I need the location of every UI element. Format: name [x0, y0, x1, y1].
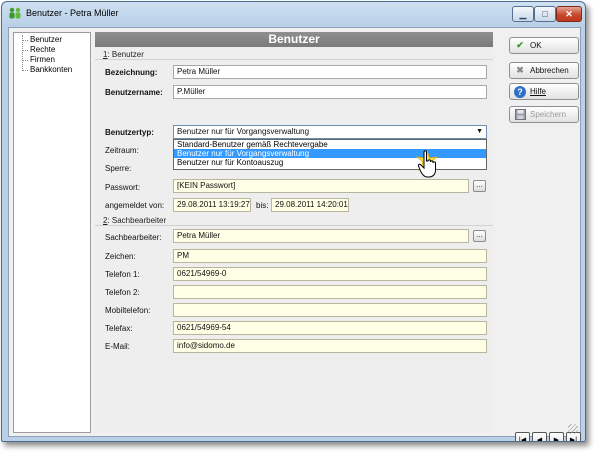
dialog-client-area: Benutzer Rechte Firmen Bankkonten Benutz… [8, 27, 581, 441]
abbrechen-button-label: Abbrechen [530, 66, 569, 75]
bezeichnung-label: Bezeichnung: [105, 68, 158, 77]
angemeldet-label: angemeldet von: [105, 201, 165, 210]
benutzername-field[interactable]: P.Müller [173, 85, 487, 99]
telefon1-field[interactable]: 0621/54969-0 [173, 267, 487, 281]
maximize-icon: □ [542, 9, 548, 19]
bezeichnung-field[interactable]: Petra Müller [173, 65, 487, 79]
next-record-icon[interactable]: ▶ [549, 432, 564, 441]
minimize-icon: ▁ [519, 8, 527, 19]
speichern-button-label: Speichern [530, 110, 567, 119]
first-record-icon[interactable]: |◀ [515, 432, 530, 441]
group-divider [95, 59, 493, 60]
speichern-button[interactable]: Speichern [509, 106, 579, 123]
window-title: Benutzer - Petra Müller [26, 8, 119, 18]
panel-header: Benutzer [95, 32, 493, 47]
telefon2-field[interactable] [173, 285, 487, 299]
ok-button-label: OK [530, 41, 542, 50]
tree-item-firmen[interactable]: Firmen [14, 55, 90, 65]
group-sachbearbeiter-label: 2: Sachbearbeiter [103, 216, 167, 225]
tree-item-bankkonten[interactable]: Bankkonten [14, 65, 90, 75]
navigation-tree: Benutzer Rechte Firmen Bankkonten [13, 32, 91, 433]
zeichen-label: Zeichen: [105, 252, 136, 261]
benutzertyp-label: Benutzertyp: [105, 128, 154, 137]
close-button[interactable]: ✕ [556, 6, 582, 22]
previous-record-icon[interactable]: ◀ [532, 432, 547, 441]
telefon2-label: Telefon 2: [105, 288, 140, 297]
telefax-field[interactable]: 0621/54969-54 [173, 321, 487, 335]
user-dialog-window: Benutzer - Petra Müller ▁ □ ✕ Benutzer R… [1, 1, 586, 442]
group-benutzer-label: 1: Benutzer [103, 50, 144, 59]
benutzertyp-value: Benutzer nur für Vorgangsverwaltung [177, 127, 310, 136]
zeichen-field[interactable]: PM [173, 249, 487, 263]
email-field[interactable]: info@sidomo.de [173, 339, 487, 353]
group-divider-2 [95, 225, 493, 226]
cancel-x-icon: ✖ [516, 65, 524, 75]
sachbearbeiter-label: Sachbearbeiter: [105, 233, 162, 242]
abbrechen-button[interactable]: ✖ Abbrechen [509, 62, 579, 79]
benutzertyp-dropdown[interactable]: Benutzer nur für Vorgangsverwaltung ▼ [173, 125, 487, 139]
email-label: E-Mail: [105, 342, 130, 351]
passwort-label: Passwort: [105, 183, 141, 192]
telefax-label: Telefax: [105, 324, 133, 333]
close-icon: ✕ [565, 8, 573, 19]
passwort-browse-button[interactable]: ... [473, 180, 486, 192]
option-standard-benutzer[interactable]: Standard-Benutzer gemäß Rechtevergabe [174, 140, 486, 149]
mobiltelefon-label: Mobiltelefon: [105, 306, 151, 315]
maximize-button[interactable]: □ [534, 6, 556, 22]
tree-item-rechte[interactable]: Rechte [14, 45, 90, 55]
checkmark-icon: ✔ [516, 40, 524, 50]
user-form-panel: Benutzer 1: Benutzer Bezeichnung: Petra … [95, 32, 493, 433]
app-users-icon [9, 7, 21, 19]
minimize-button[interactable]: ▁ [512, 6, 534, 22]
angemeldet-bis-field[interactable]: 29.08.2011 14:20:01 [271, 198, 349, 212]
telefon1-label: Telefon 1: [105, 270, 140, 279]
sachbearbeiter-browse-button[interactable]: ... [473, 230, 486, 242]
help-question-icon: ? [514, 85, 526, 98]
save-disk-icon [514, 109, 526, 121]
title-bar[interactable]: Benutzer - Petra Müller ▁ □ ✕ [2, 2, 585, 26]
mobiltelefon-field[interactable] [173, 303, 487, 317]
angemeldet-von-field[interactable]: 29.08.2011 13:19:27 [173, 198, 251, 212]
resize-grip-icon[interactable] [568, 424, 578, 434]
sperre-label: Sperre: [105, 164, 132, 173]
zeitraum-label: Zeitraum: [105, 146, 139, 155]
tree-item-benutzer[interactable]: Benutzer [14, 35, 90, 45]
benutzername-label: Benutzername: [105, 88, 163, 97]
chevron-down-icon[interactable]: ▼ [476, 126, 483, 138]
bis-label: bis: [256, 201, 269, 210]
ok-button[interactable]: ✔ OK [509, 37, 579, 54]
sachbearbeiter-field[interactable]: Petra Müller [173, 229, 469, 243]
hilfe-button-label: Hilfe [530, 87, 547, 96]
hilfe-button[interactable]: ? Hilfe [509, 83, 579, 100]
passwort-field[interactable]: [KEIN Passwort] [173, 179, 469, 193]
mouse-pointer-icon [417, 150, 436, 178]
